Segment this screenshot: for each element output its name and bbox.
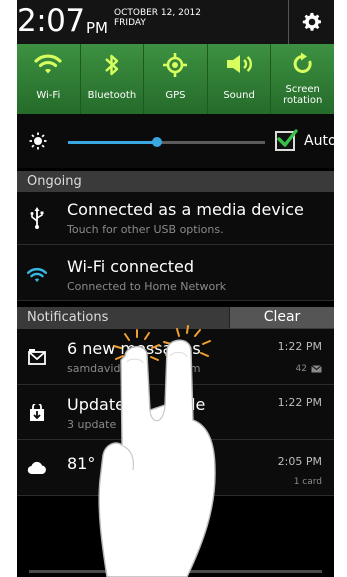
toggle-gps[interactable]: GPS — [144, 44, 208, 114]
clock-ampm: PM — [86, 19, 108, 37]
brightness-icon — [29, 132, 47, 150]
toggle-wifi[interactable]: Wi-Fi — [17, 44, 81, 114]
checkmark-icon — [277, 129, 298, 147]
brightness-slider[interactable] — [68, 137, 265, 147]
bluetooth-icon — [105, 54, 119, 76]
weather-time: 2:05 PM — [277, 455, 322, 468]
brightness-slider-handle[interactable] — [151, 137, 162, 147]
update-subtitle: 3 update — [67, 418, 117, 431]
email-subtitle-end: g.com — [166, 362, 201, 375]
notification-email[interactable]: 6 new messages samdavid g.com 1:22 PM 42 — [17, 329, 334, 385]
weather-title-start: 81° - N — [67, 454, 124, 473]
gear-icon — [302, 12, 321, 31]
weather-title-end: dy — [175, 454, 195, 473]
update-time: 1:22 PM — [277, 396, 322, 409]
ongoing-header: Ongoing — [17, 171, 334, 192]
ongoing-item-wifi[interactable]: Wi-Fi connected Connected to Home Networ… — [17, 245, 334, 301]
wifi-icon — [26, 267, 48, 282]
email-count: 42 — [296, 364, 322, 374]
toggle-screen-rotation[interactable]: Screen rotation — [271, 44, 334, 114]
update-title: Update ble — [67, 395, 205, 414]
auto-brightness-label: Auto — [304, 133, 334, 149]
usb-icon — [30, 207, 44, 229]
update-icon — [30, 404, 44, 421]
date-block: OCTOBER 12, 2012 FRIDAY — [114, 8, 201, 28]
toggle-wifi-label: Wi-Fi — [36, 90, 61, 101]
notification-weather[interactable]: 81° - N dy 2:05 PM 1 card — [17, 440, 334, 496]
toggle-rotation-label-line1: Screen — [285, 84, 320, 95]
date-text: OCTOBER 12, 2012 — [114, 8, 202, 18]
toggle-rotation-label-line2: rotation — [283, 95, 323, 106]
wifi-icon — [34, 54, 62, 74]
notifications-header-label: Notifications — [27, 310, 109, 325]
shade-drag-handle[interactable] — [29, 570, 322, 573]
toggle-gps-label: GPS — [165, 90, 186, 101]
toggle-bluetooth-label: Bluetooth — [87, 90, 137, 101]
usb-subtitle: Touch for other USB options. — [67, 223, 224, 236]
auto-brightness-checkbox[interactable] — [275, 129, 298, 151]
weather-icon — [27, 461, 46, 475]
wifi-connected-title: Wi-Fi connected — [67, 257, 195, 276]
settings-button[interactable] — [288, 0, 334, 44]
update-title-start: Update — [67, 395, 125, 414]
email-icon — [28, 349, 46, 365]
weather-card-count: 1 card — [293, 477, 322, 487]
wifi-connected-subtitle: Connected to Home Network — [67, 280, 227, 293]
rotation-icon — [293, 52, 312, 73]
sound-icon — [227, 55, 253, 73]
usb-title: Connected as a media device — [67, 200, 304, 219]
toggle-sound-label: Sound — [223, 90, 255, 101]
brightness-slider-fill — [68, 141, 157, 144]
email-subtitle: samdavid g.com — [67, 362, 200, 375]
email-count-value: 42 — [295, 364, 307, 374]
email-subtitle-start: samdavid — [67, 362, 121, 375]
toggle-rotation-label: Screen rotation — [271, 84, 334, 106]
notification-shade: 2:07 PM OCTOBER 12, 2012 FRIDAY Wi-Fi Bl… — [17, 0, 334, 577]
toggle-bluetooth[interactable]: Bluetooth — [80, 44, 145, 114]
toggle-sound[interactable]: Sound — [207, 44, 272, 114]
email-title: 6 new messages — [67, 339, 201, 358]
gps-icon — [163, 53, 188, 77]
ongoing-item-usb[interactable]: Connected as a media device Touch for ot… — [17, 192, 334, 245]
clock-time: 2:07 — [17, 3, 85, 39]
notifications-header: Notifications Clear — [17, 307, 334, 329]
weather-title: 81° - N dy — [67, 454, 195, 473]
day-text: FRIDAY — [114, 18, 146, 28]
quick-toggles: Wi-Fi Bluetooth GPS Sound Screen rotatio… — [17, 44, 334, 114]
notification-update[interactable]: Update ble 3 update 1:22 PM — [17, 385, 334, 440]
brightness-row: Auto — [17, 114, 334, 168]
mail-small-icon — [311, 365, 322, 373]
clear-button[interactable]: Clear — [229, 307, 334, 328]
status-header: 2:07 PM OCTOBER 12, 2012 FRIDAY — [17, 0, 334, 44]
email-time: 1:22 PM — [277, 340, 322, 353]
update-title-end: ble — [180, 395, 206, 414]
